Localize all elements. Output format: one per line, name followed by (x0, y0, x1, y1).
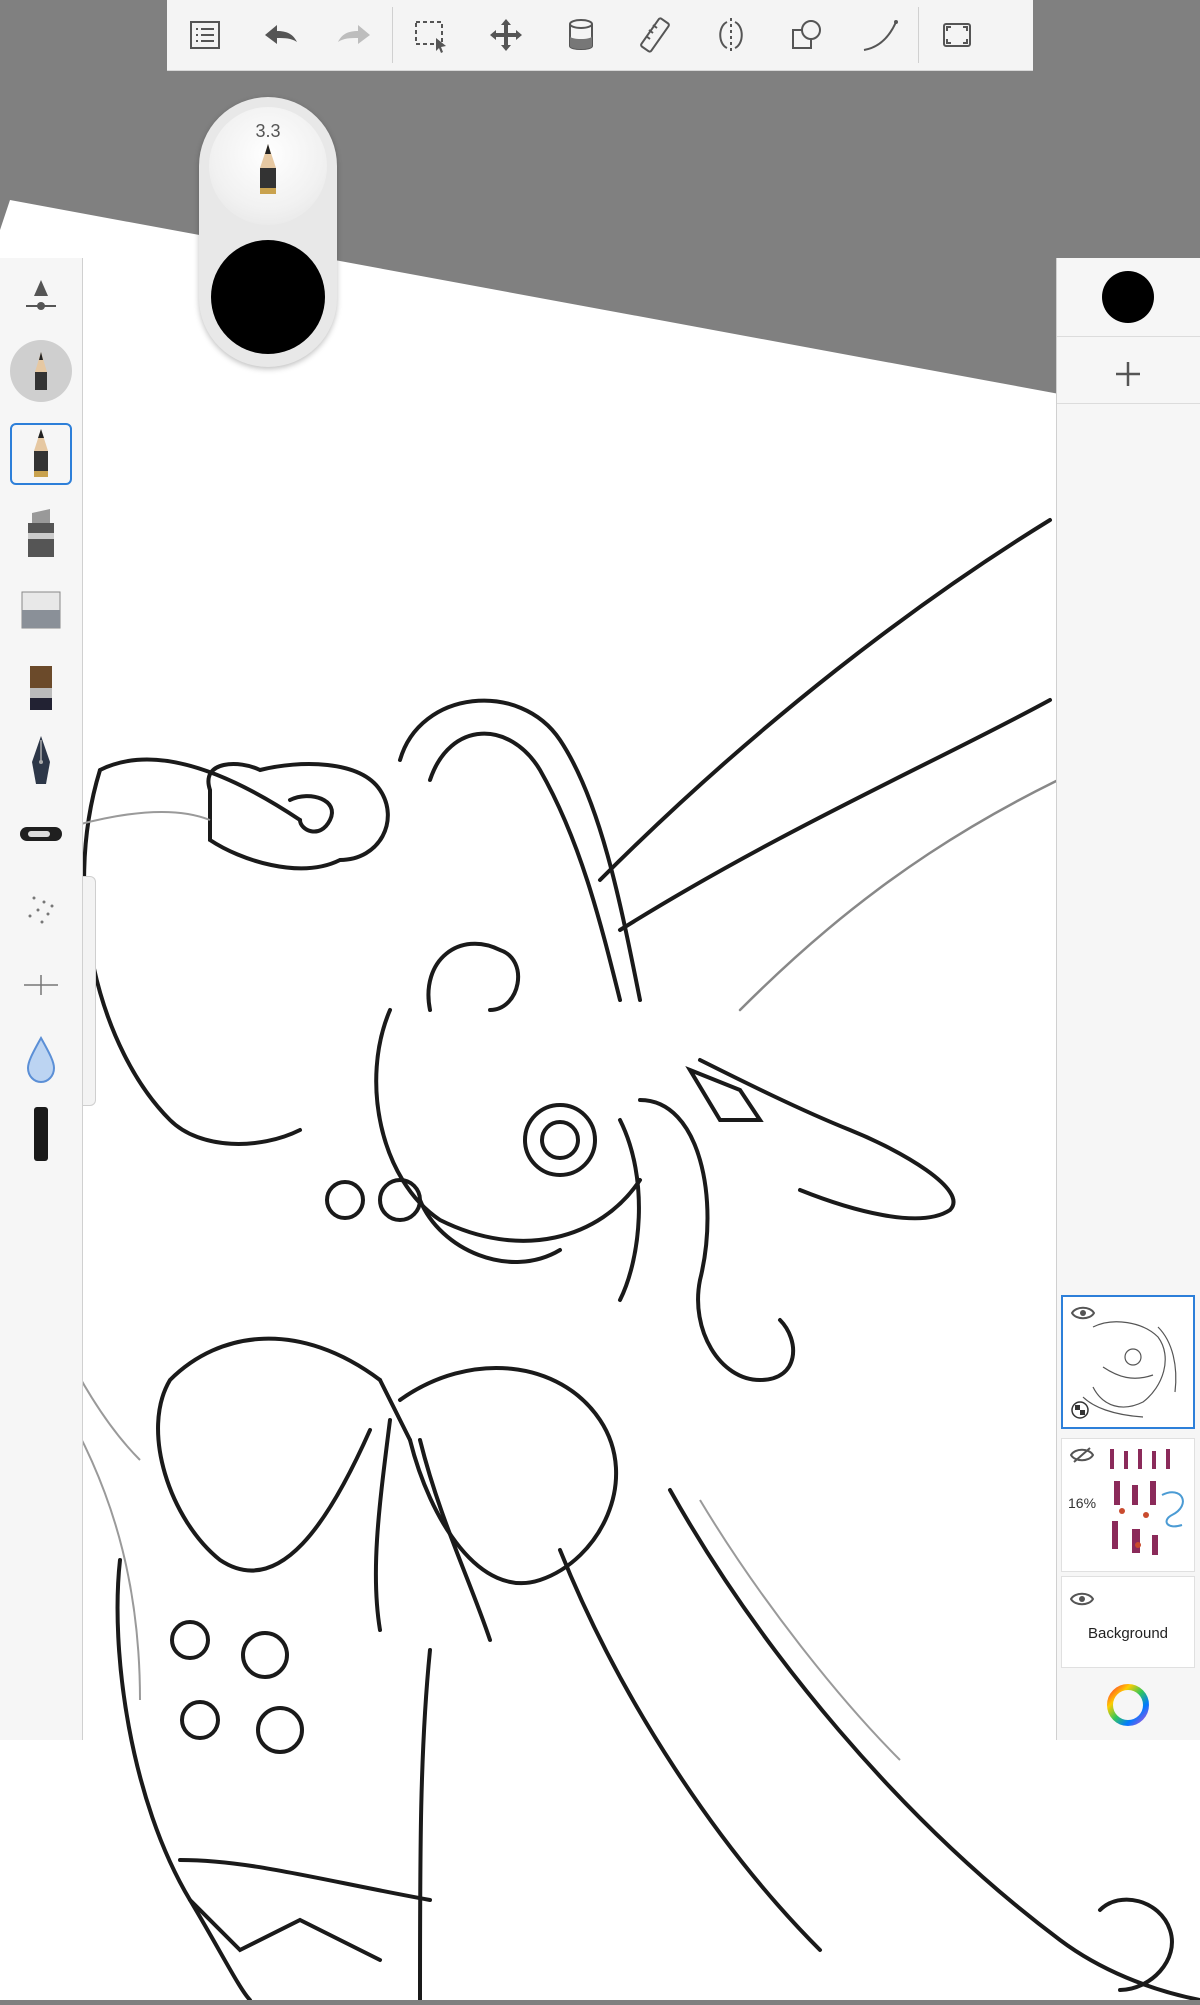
ruler-icon (639, 17, 670, 53)
fountain-pen-button[interactable] (10, 730, 72, 792)
symmetry-icon (718, 18, 743, 52)
transform-icon (489, 19, 522, 51)
selection-icon (414, 21, 446, 53)
undo-button[interactable] (242, 0, 317, 71)
top-toolbar (167, 0, 1033, 71)
alpha-lock-icon[interactable] (1071, 1401, 1089, 1419)
curve-button[interactable] (843, 0, 918, 71)
layer-opacity: 16% (1068, 1495, 1097, 1511)
spray-icon (28, 896, 54, 924)
fullscreen-button[interactable] (919, 0, 994, 71)
redo-icon (337, 25, 370, 44)
spray-button[interactable] (10, 878, 72, 940)
pencil-button[interactable] (10, 423, 72, 485)
layer-thumbnail (1110, 1449, 1184, 1555)
menu-icon (189, 21, 220, 49)
undo-icon (264, 25, 297, 44)
layer-item[interactable] (1061, 1295, 1195, 1429)
airbrush-icon (20, 827, 62, 841)
blur-drop-icon (26, 1035, 56, 1084)
paintbrush-icon (30, 666, 52, 710)
felt-marker-button[interactable] (10, 1103, 72, 1165)
paper-sheet (0, 200, 1200, 2000)
background-layer-label: Background (1087, 1625, 1169, 1642)
marker-icon (28, 509, 54, 557)
layer-panel: 16% Background (1056, 258, 1200, 1740)
brush-size-control[interactable]: 3.3 (209, 107, 327, 225)
brush-puck: 3.3 (199, 97, 337, 367)
fill-icon (568, 19, 593, 50)
canvas-artwork (0, 200, 1200, 2002)
layer-item[interactable]: 16% (1061, 1438, 1195, 1572)
pencil-round-icon (35, 352, 47, 390)
eraser-icon (21, 591, 61, 629)
airbrush-button[interactable] (10, 803, 72, 865)
marker-button[interactable] (10, 503, 72, 565)
drawing-canvas[interactable] (0, 0, 1200, 2002)
brush-size-value: 3.3 (255, 121, 281, 141)
ruler-button[interactable] (618, 0, 693, 71)
symmetry-button[interactable] (693, 0, 768, 71)
smudge-button[interactable] (10, 953, 72, 1015)
felt-marker-icon (34, 1107, 48, 1161)
redo-button[interactable] (317, 0, 392, 71)
menu-button[interactable] (167, 0, 242, 71)
brush-color-swatch[interactable] (211, 240, 325, 354)
pencil-icon (260, 144, 276, 194)
fill-button[interactable] (543, 0, 618, 71)
eye-icon[interactable] (1070, 1591, 1094, 1607)
color-wheel-button[interactable] (1105, 1682, 1151, 1728)
shapes-button[interactable] (768, 0, 843, 71)
background-layer[interactable]: Background (1061, 1576, 1195, 1668)
blur-button[interactable] (10, 1028, 72, 1090)
brush-properties-icon (26, 280, 56, 310)
smudge-icon (24, 975, 58, 995)
shapes-icon (791, 20, 821, 49)
brush-properties-button[interactable] (10, 268, 72, 330)
pencil-round-button[interactable] (10, 340, 72, 402)
paintbrush-button[interactable] (10, 656, 72, 718)
fountain-pen-icon (32, 736, 50, 784)
brush-library-panel (0, 258, 83, 1740)
add-layer-button[interactable] (1102, 348, 1154, 400)
transform-button[interactable] (468, 0, 543, 71)
fullscreen-icon (942, 23, 971, 47)
color-wheel-icon (1107, 1684, 1149, 1726)
selection-button[interactable] (393, 0, 468, 71)
panel-divider (1057, 336, 1200, 337)
panel-resize-handle[interactable] (83, 876, 96, 1106)
eye-hidden-icon[interactable] (1070, 1447, 1094, 1463)
current-color-swatch[interactable] (1102, 271, 1154, 323)
plus-icon (1116, 362, 1140, 386)
panel-divider (1057, 403, 1200, 404)
curve-icon (863, 20, 898, 51)
pencil-icon (34, 429, 48, 477)
eraser-button[interactable] (10, 578, 72, 640)
